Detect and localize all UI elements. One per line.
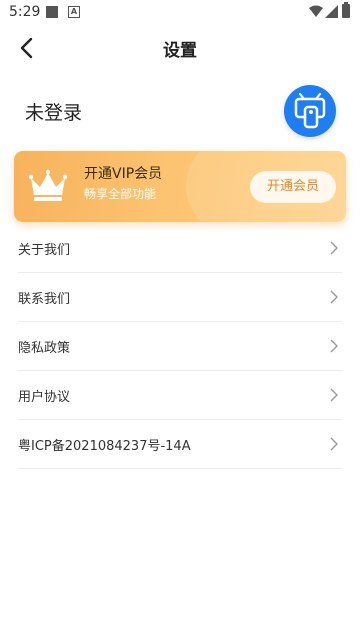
settings-menu: 关于我们 联系我们 隐私政策 用户协议 粤ICP备2021084237号-14A bbox=[0, 224, 360, 469]
top-bar: 设置 bbox=[0, 24, 360, 72]
battery-icon bbox=[342, 2, 350, 18]
notification-a-icon: A bbox=[68, 6, 80, 18]
menu-item-privacy-policy[interactable]: 隐私政策 bbox=[18, 322, 342, 371]
chevron-right-icon bbox=[330, 290, 338, 304]
wifi-icon bbox=[309, 5, 323, 17]
status-bar: 5:29 A bbox=[0, 0, 360, 24]
signal-icon bbox=[325, 5, 338, 18]
menu-item-user-agreement[interactable]: 用户协议 bbox=[18, 371, 342, 420]
notification-square-icon bbox=[46, 6, 58, 18]
chevron-right-icon bbox=[330, 388, 338, 402]
app-logo bbox=[284, 85, 336, 137]
menu-item-label: 关于我们 bbox=[18, 243, 71, 258]
tv-remote-icon bbox=[294, 92, 326, 129]
vip-title: 开通VIP会员 bbox=[84, 166, 163, 182]
status-time: 5:29 bbox=[9, 4, 41, 20]
menu-item-about-us[interactable]: 关于我们 bbox=[18, 224, 342, 273]
vip-subtitle: 畅享全部功能 bbox=[84, 187, 157, 201]
menu-item-label: 粤ICP备2021084237号-14A bbox=[18, 439, 191, 454]
chevron-right-icon bbox=[330, 437, 338, 451]
profile-row[interactable]: 未登录 bbox=[0, 80, 360, 144]
open-vip-button[interactable]: 开通会员 bbox=[250, 171, 336, 203]
vip-banner[interactable]: 开通VIP会员 畅享全部功能 开通会员 bbox=[14, 151, 346, 222]
login-status[interactable]: 未登录 bbox=[25, 98, 82, 125]
menu-item-contact-us[interactable]: 联系我们 bbox=[18, 273, 342, 322]
menu-item-label: 隐私政策 bbox=[18, 341, 71, 356]
menu-item-label: 用户协议 bbox=[18, 390, 71, 405]
chevron-right-icon bbox=[330, 339, 338, 353]
menu-item-icp-record[interactable]: 粤ICP备2021084237号-14A bbox=[18, 420, 342, 469]
chevron-right-icon bbox=[330, 241, 338, 255]
crown-icon bbox=[28, 169, 68, 201]
menu-item-label: 联系我们 bbox=[18, 292, 71, 307]
page-title: 设置 bbox=[163, 41, 197, 61]
